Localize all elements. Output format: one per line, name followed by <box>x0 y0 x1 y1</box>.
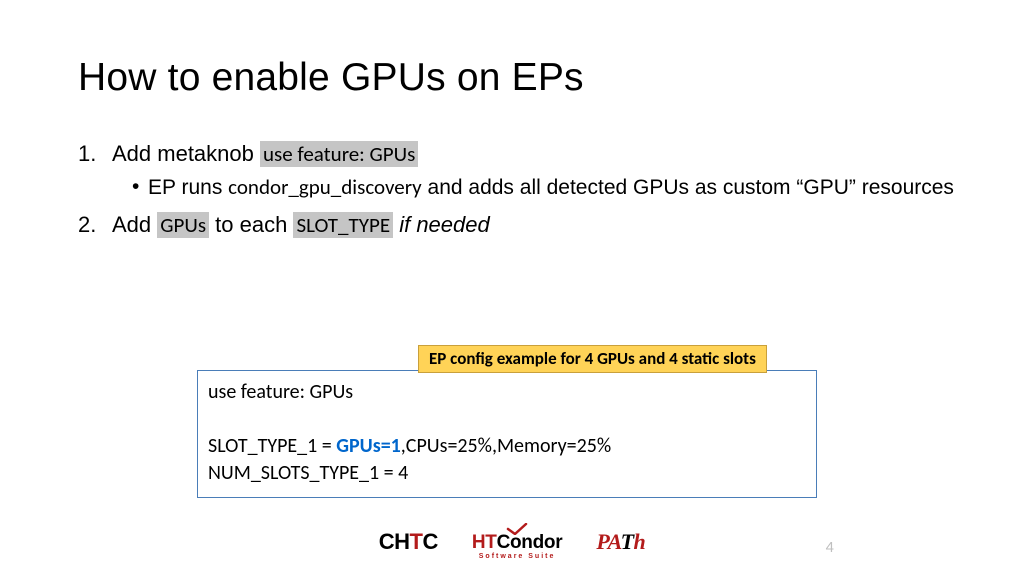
page-number: 4 <box>826 539 834 556</box>
inline-code: use feature: GPUs <box>260 141 418 167</box>
logo-text: Condor <box>497 532 563 553</box>
sub-text: EP runs condor_gpu_discovery and adds al… <box>148 174 964 201</box>
config-highlight: GPUs=1 <box>336 434 401 458</box>
text: Add <box>112 212 157 237</box>
slide: How to enable GPUs on EPs 1. Add metakno… <box>0 0 1024 576</box>
config-box: use feature: GPUs SLOT_TYPE_1 = GPUs=1,C… <box>197 370 817 498</box>
path-logo: PATh <box>596 529 645 555</box>
text: to each <box>209 212 293 237</box>
config-blank <box>208 406 806 433</box>
logo-row: CHTC HTCondor Software Suite PATh <box>0 523 1024 560</box>
logo-text: C <box>422 529 437 554</box>
logo-text: HTCondor <box>472 533 562 552</box>
logo-text: h <box>634 529 646 554</box>
inline-code: SLOT_TYPE <box>293 212 393 238</box>
list-number: 1. <box>78 140 112 168</box>
htcondor-logo: HTCondor Software Suite <box>472 523 562 560</box>
logo-text: PA <box>596 529 620 554</box>
list-text: Add GPUs to each SLOT_TYPE if needed <box>112 211 964 239</box>
command-text: condor_gpu_discovery <box>228 174 422 200</box>
callout-label: EP config example for 4 GPUs and 4 stati… <box>418 345 767 373</box>
sub-item-1: • EP runs condor_gpu_discovery and adds … <box>132 174 964 201</box>
text: ,CPUs=25%,Memory=25% <box>401 434 611 458</box>
bullet: • <box>132 174 148 201</box>
text: Add metaknob <box>112 141 260 166</box>
slide-title: How to enable GPUs on EPs <box>78 56 584 100</box>
inline-code: GPUs <box>157 212 209 238</box>
logo-text: T <box>621 529 634 554</box>
list-item-2: 2. Add GPUs to each SLOT_TYPE if needed <box>78 211 964 239</box>
slide-body: 1. Add metaknob use feature: GPUs • EP r… <box>78 140 964 244</box>
text: and adds all detected GPUs as custom “GP… <box>422 176 954 199</box>
logo-text: T <box>409 529 422 555</box>
config-line: use feature: GPUs <box>208 379 806 406</box>
list-item-1: 1. Add metaknob use feature: GPUs <box>78 140 964 168</box>
chtc-logo: CHTC <box>379 529 438 555</box>
list-number: 2. <box>78 211 112 239</box>
logo-subtitle: Software Suite <box>472 553 562 560</box>
logo-text: HT <box>472 532 497 553</box>
text: SLOT_TYPE_1 = <box>208 434 336 458</box>
text: EP runs <box>148 176 228 199</box>
list-text: Add metaknob use feature: GPUs <box>112 140 964 168</box>
config-line: SLOT_TYPE_1 = GPUs=1,CPUs=25%,Memory=25% <box>208 433 806 460</box>
logo-text: CH <box>379 529 410 554</box>
config-line: NUM_SLOTS_TYPE_1 = 4 <box>208 460 806 487</box>
italic-text: if needed <box>399 212 490 237</box>
